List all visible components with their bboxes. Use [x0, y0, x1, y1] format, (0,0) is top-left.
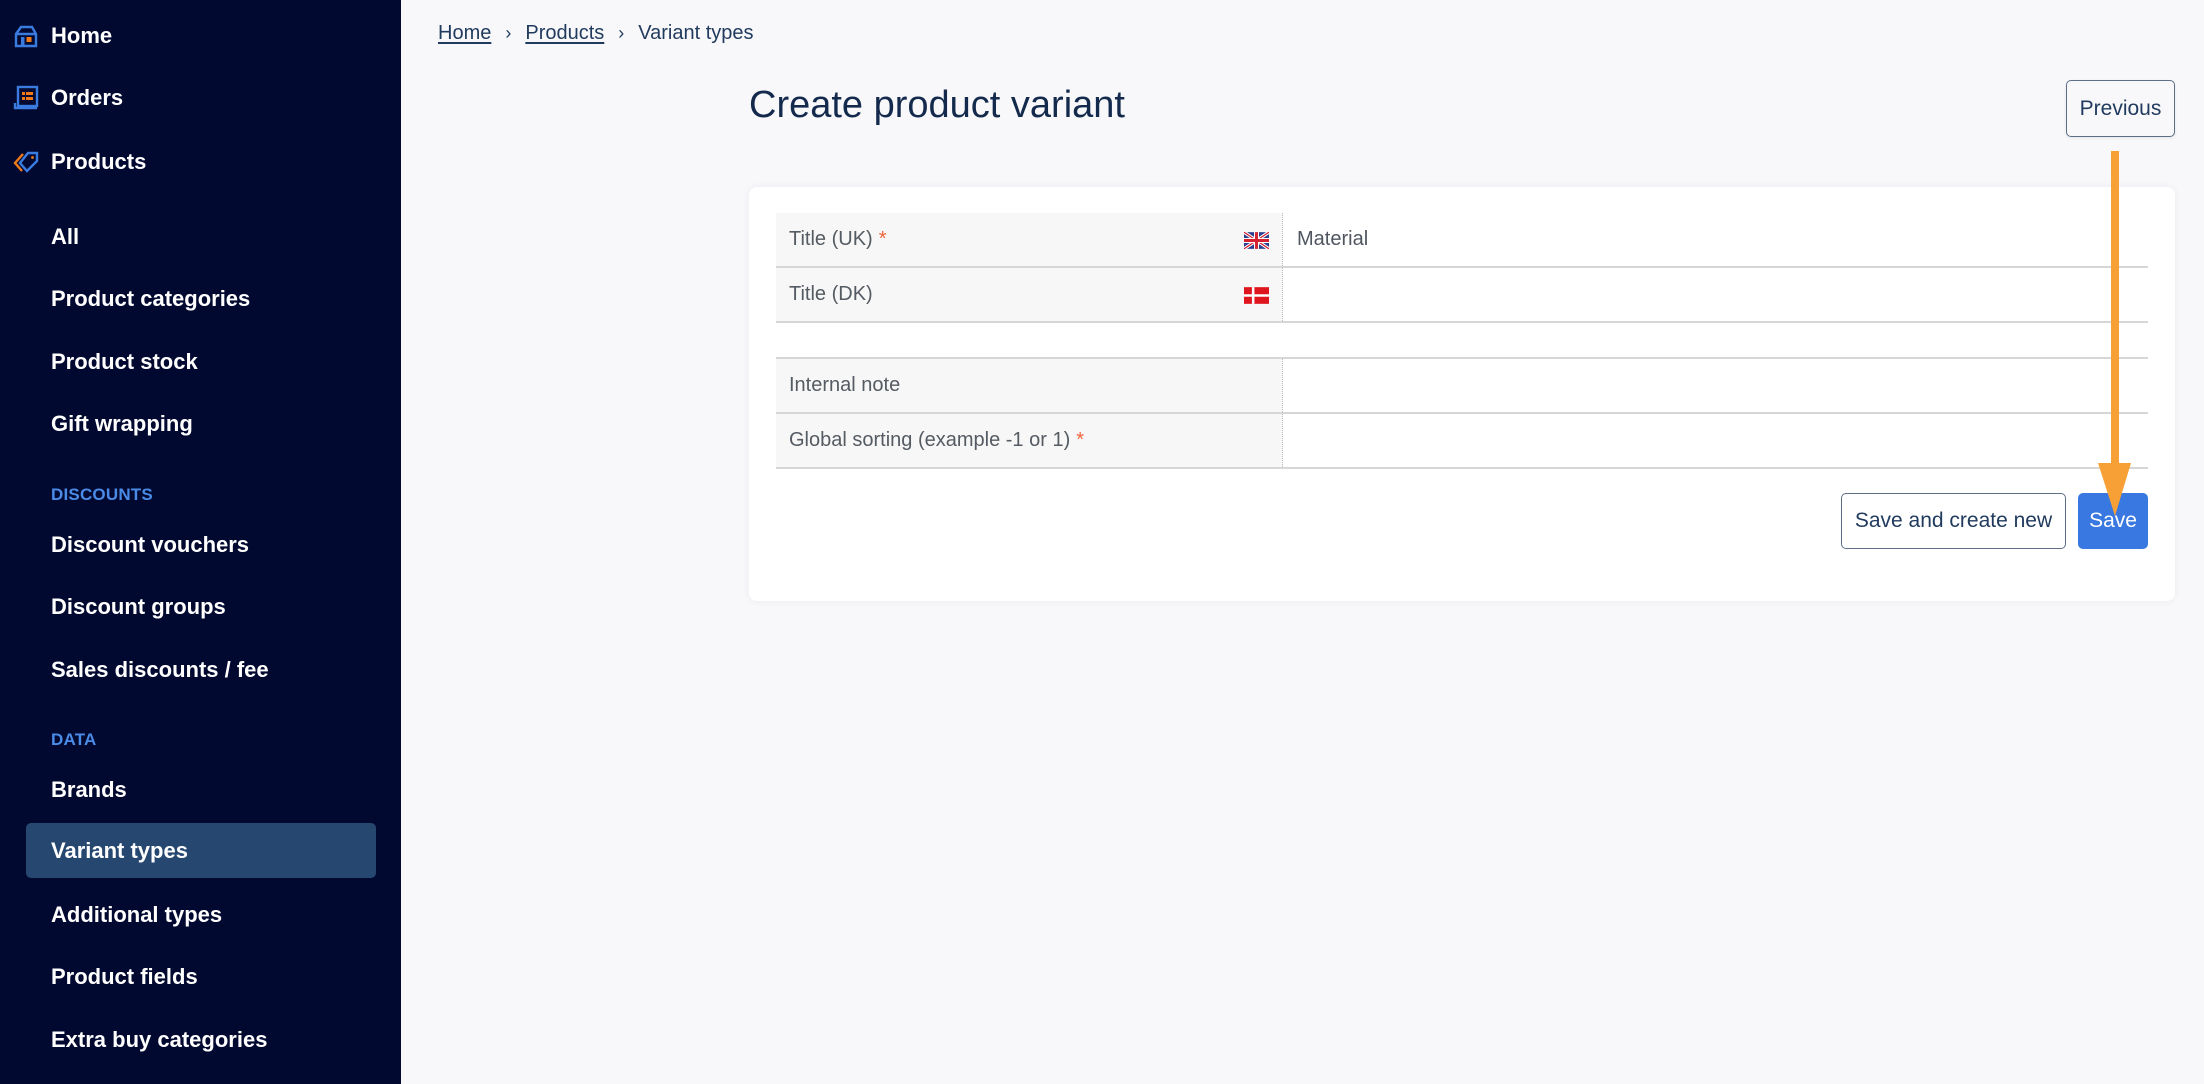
sidebar-item-label: Orders [51, 85, 124, 110]
internal-note-input[interactable] [1284, 359, 2148, 412]
sidebar-item-variant-types[interactable]: Variant types [26, 823, 376, 878]
form-row-internal-note: Internal note [776, 357, 2148, 414]
sidebar-section-discounts: DISCOUNTS [51, 485, 153, 504]
sidebar-item-product-stock[interactable]: Product stock [26, 334, 376, 389]
breadcrumb-products[interactable]: Products [525, 22, 604, 45]
sidebar-section-data: DATA [51, 730, 97, 749]
form-row-global-sorting: Global sorting (example -1 or 1) * [776, 414, 2148, 469]
dk-flag-icon [1244, 287, 1269, 304]
sidebar-item-all[interactable]: All [26, 209, 376, 264]
sidebar-item-label: Home [51, 23, 113, 48]
sidebar-item-orders[interactable]: Orders [0, 78, 401, 118]
field-label-text: Internal note [789, 374, 901, 396]
save-button[interactable]: Save [2078, 493, 2148, 549]
breadcrumb-home[interactable]: Home [438, 22, 491, 45]
global-sorting-input[interactable] [1284, 414, 2148, 467]
sidebar-item-discount-vouchers[interactable]: Discount vouchers [26, 517, 376, 572]
field-label-text: Global sorting (example -1 or 1) [789, 429, 1071, 451]
title-dk-input[interactable] [1284, 268, 2148, 321]
sidebar-item-product-fields[interactable]: Product fields [26, 949, 376, 1004]
sidebar-item-discount-groups[interactable]: Discount groups [26, 579, 376, 634]
sidebar-item-gift-wrapping[interactable]: Gift wrapping [26, 396, 376, 451]
tag-icon [13, 151, 39, 173]
page-title: Create product variant [749, 84, 1125, 126]
sidebar-item-product-categories[interactable]: Product categories [26, 271, 376, 326]
save-and-create-new-button[interactable]: Save and create new [1841, 493, 2066, 549]
breadcrumb-current: Variant types [638, 22, 754, 44]
sidebar-item-brands[interactable]: Brands [26, 762, 376, 817]
field-label: Title (DK) [776, 268, 1283, 321]
breadcrumb: Home › Products › Variant types [438, 22, 754, 45]
sidebar-item-home[interactable]: Home [0, 16, 401, 56]
field-label-text: Title (UK) [789, 228, 873, 250]
form-card: Title (UK) * Title (DK) Internal note [749, 187, 2175, 601]
required-marker: * [1076, 429, 1085, 451]
home-icon [14, 25, 38, 48]
sidebar-item-products[interactable]: Products [0, 142, 401, 182]
field-label: Internal note [776, 359, 1283, 412]
field-label: Global sorting (example -1 or 1) * [776, 414, 1283, 467]
chevron-right-icon: › [618, 23, 625, 43]
uk-flag-icon [1244, 232, 1269, 249]
sidebar-item-additional-types[interactable]: Additional types [26, 887, 376, 942]
form-row-title-dk: Title (DK) [776, 268, 2148, 323]
form-row-title-uk: Title (UK) * [776, 213, 2148, 268]
field-label-text: Title (DK) [789, 283, 873, 305]
sidebar-item-extra-buy-categories[interactable]: Extra buy categories [26, 1012, 376, 1067]
sidebar-item-sales-discounts[interactable]: Sales discounts / fee [26, 642, 376, 697]
orders-icon [13, 85, 39, 110]
field-label: Title (UK) * [776, 213, 1283, 266]
previous-button[interactable]: Previous [2066, 80, 2175, 137]
title-uk-input[interactable] [1284, 213, 2148, 266]
required-marker: * [878, 228, 887, 250]
sidebar: Home Orders Products All Product categor… [0, 0, 401, 1084]
chevron-right-icon: › [505, 23, 512, 43]
sidebar-item-label: Products [51, 149, 147, 174]
